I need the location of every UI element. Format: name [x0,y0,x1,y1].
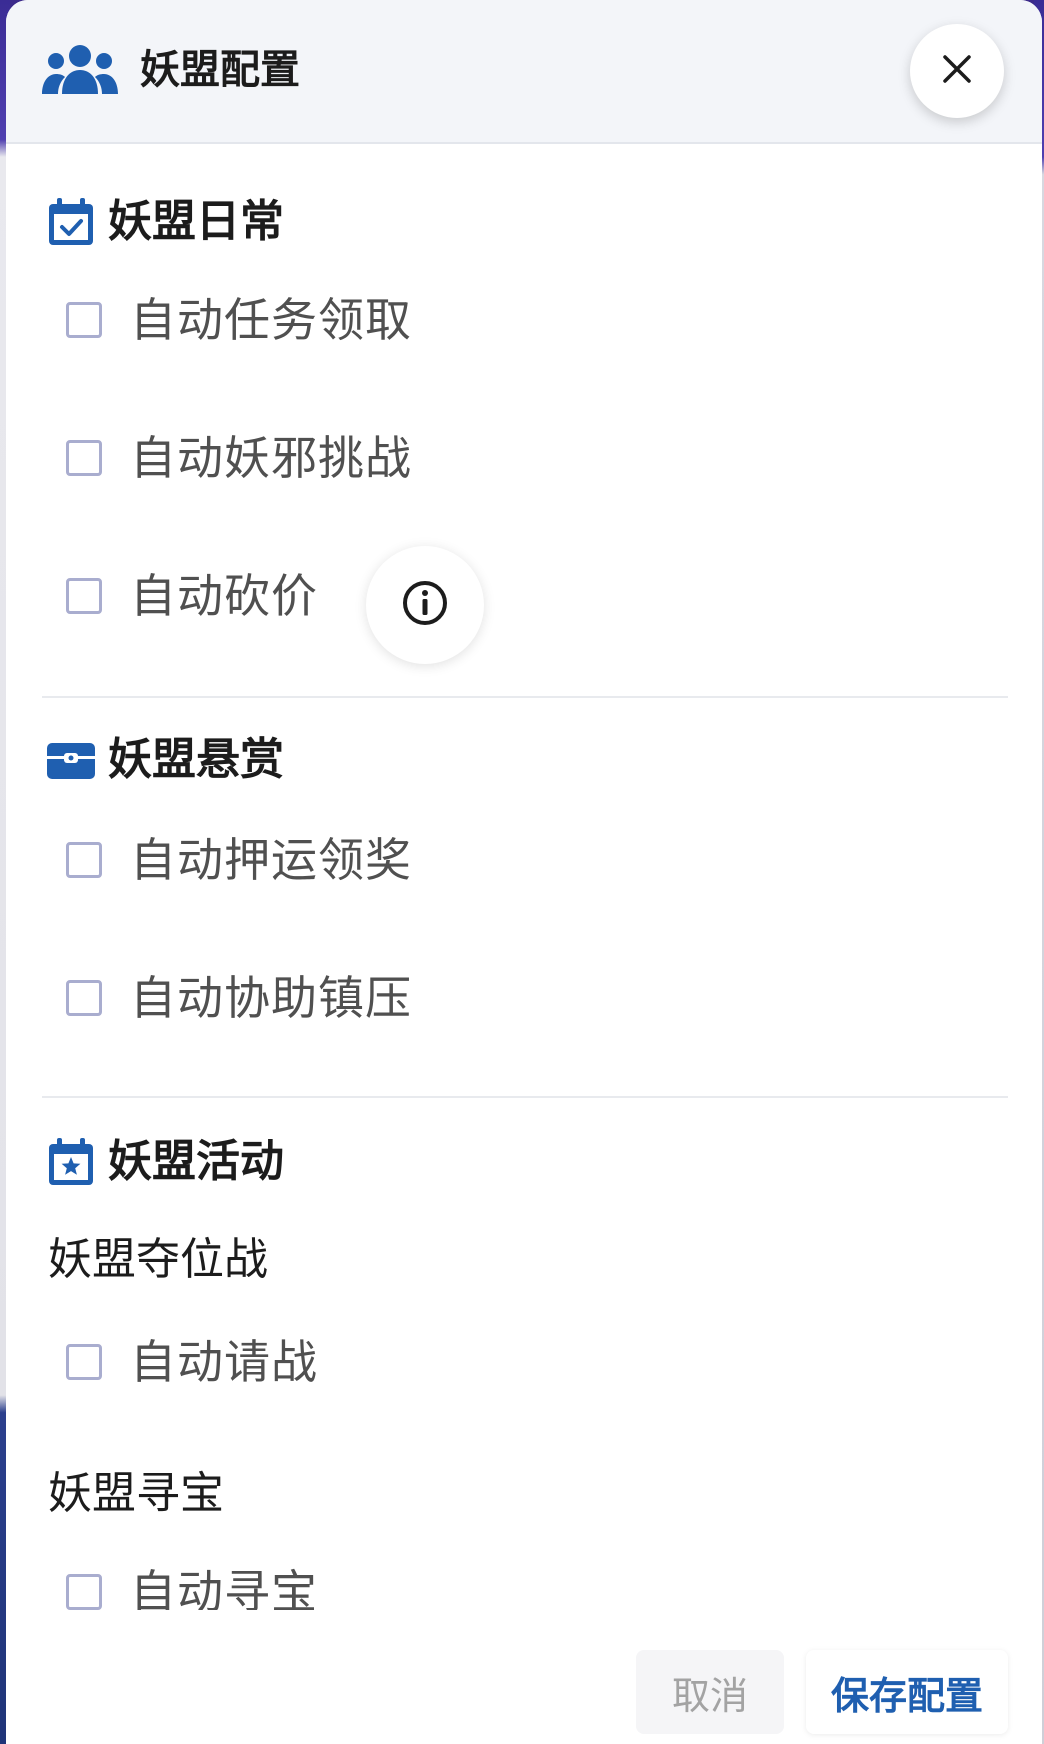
checkbox[interactable] [66,1344,102,1380]
section-activity-title: 妖盟活动 [108,1136,284,1187]
option-label: 自动任务领取 [130,293,412,347]
toolbox-icon [46,735,96,785]
option-auto-task-claim[interactable]: 自动任务领取 [66,290,412,350]
option-auto-treasure-hunt[interactable]: 自动寻宝 [66,1562,318,1610]
bargain-info-button[interactable] [366,546,484,664]
dialog-header: 妖盟配置 [6,0,1042,144]
option-auto-request-battle[interactable]: 自动请战 [66,1332,318,1392]
option-auto-escort-reward[interactable]: 自动押运领奖 [66,830,412,890]
section-daily-title: 妖盟日常 [108,196,284,247]
checkbox[interactable] [66,842,102,878]
option-label: 自动请战 [130,1335,318,1389]
option-auto-bargain[interactable]: 自动砍价 [66,566,318,626]
info-icon [402,580,448,630]
close-icon [942,54,972,88]
option-auto-assist-suppress[interactable]: 自动协助镇压 [66,968,412,1028]
option-label: 自动妖邪挑战 [130,431,412,485]
group-title-seat-battle: 妖盟夺位战 [48,1234,268,1285]
section-bounty-header: 妖盟悬赏 [46,732,284,788]
save-config-button[interactable]: 保存配置 [806,1650,1008,1734]
dialog-footer: 取消 保存配置 [6,1610,1042,1744]
users-icon [42,44,118,96]
option-label: 自动砍价 [130,569,318,623]
section-daily-header: 妖盟日常 [46,194,284,250]
checkbox[interactable] [66,440,102,476]
option-label: 自动协助镇压 [130,971,412,1025]
calendar-star-icon [46,1137,96,1187]
cancel-button[interactable]: 取消 [636,1650,784,1734]
checkbox[interactable] [66,980,102,1016]
dialog-title: 妖盟配置 [140,47,300,93]
calendar-check-icon [46,197,96,247]
group-title-treasure-hunt: 妖盟寻宝 [48,1468,224,1519]
divider [42,1096,1008,1098]
close-button[interactable] [910,24,1004,118]
checkbox[interactable] [66,302,102,338]
section-activity-header: 妖盟活动 [46,1134,284,1190]
divider [42,696,1008,698]
section-bounty-title: 妖盟悬赏 [108,734,284,785]
option-label: 自动寻宝 [130,1565,318,1610]
checkbox[interactable] [66,578,102,614]
dialog-content[interactable]: 妖盟日常 自动任务领取 自动妖邪挑战 自动砍价 妖盟悬赏 自动押运领奖 自动协助… [6,144,1042,1610]
checkbox[interactable] [66,1574,102,1610]
option-label: 自动押运领奖 [130,833,412,887]
config-dialog: 妖盟配置 妖盟日常 自动任务领取 自动妖邪挑战 自动砍价 妖盟悬赏 自动押运领奖… [6,0,1042,1744]
option-auto-demon-challenge[interactable]: 自动妖邪挑战 [66,428,412,488]
